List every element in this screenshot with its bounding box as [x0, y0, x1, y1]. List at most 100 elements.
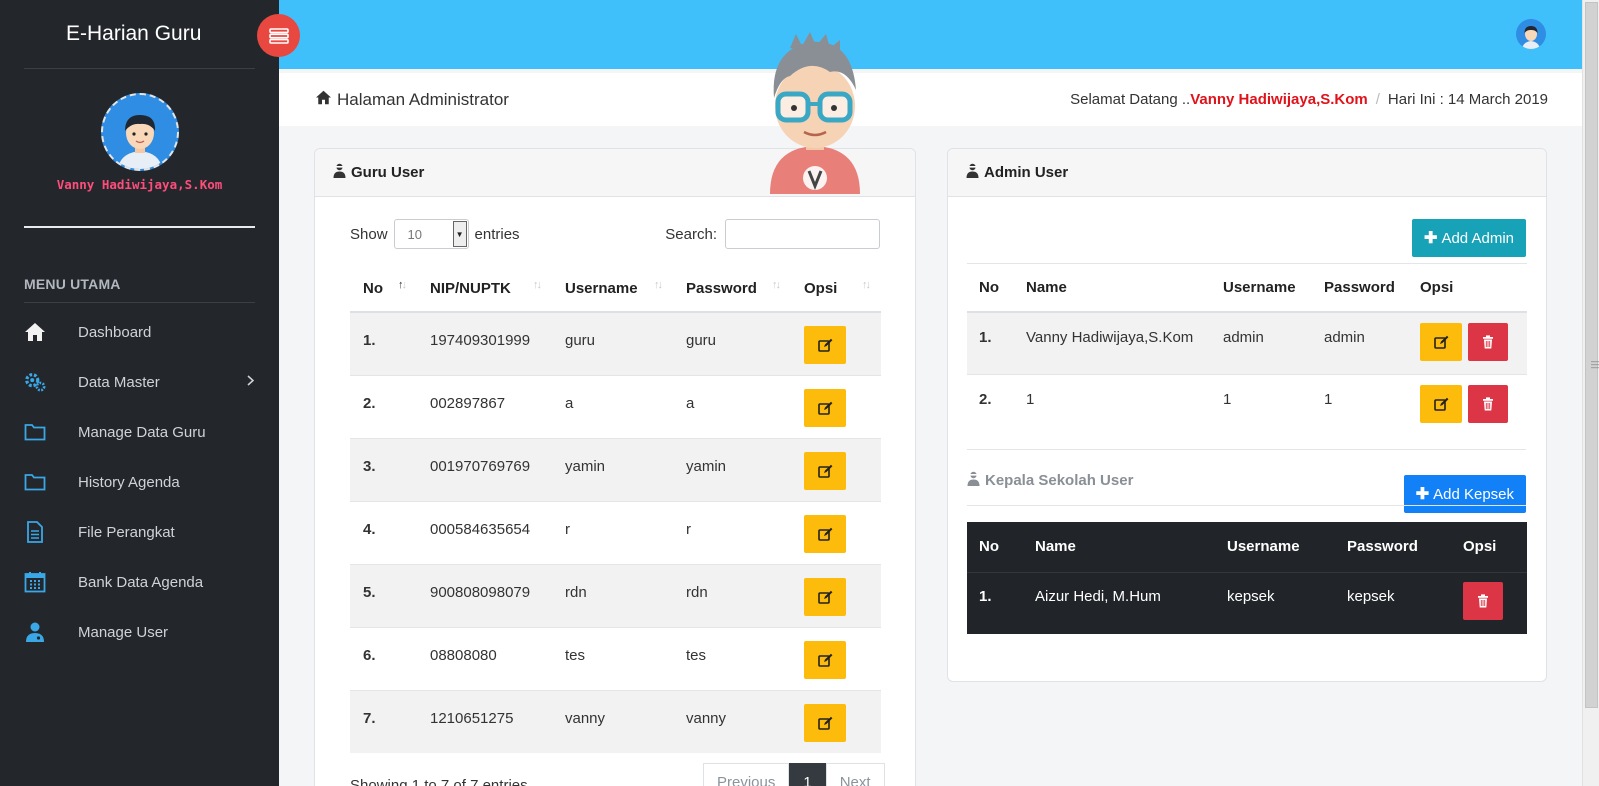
edit-button[interactable] [804, 451, 846, 490]
sidebar-item-bank-data-agenda[interactable]: Bank Data Agenda [0, 557, 279, 607]
sidebar-item-label: Bank Data Agenda [78, 573, 204, 591]
column-header-no: No [967, 522, 1023, 573]
row-actions [791, 626, 881, 690]
scrollbar-thumb[interactable]: ――― [1585, 2, 1599, 708]
sidebar-item-history-agenda[interactable]: History Agenda [0, 457, 279, 507]
sidebar-item-label: Manage Data Guru [78, 423, 206, 441]
column-header-username: Username [1215, 522, 1335, 573]
add-kepsek-button[interactable]: ✚ Add Kepsek [1403, 475, 1526, 513]
edit-icon [1433, 335, 1449, 349]
sidebar-item-data-master[interactable]: Data Master [0, 357, 279, 407]
table-row: 6. 08808080 tes tes [350, 626, 881, 690]
sidebar-item-manage-user[interactable]: Manage User [0, 607, 279, 657]
row-password: rdn [673, 563, 791, 627]
delete-button[interactable] [1468, 385, 1508, 423]
row-number: 1. [979, 587, 992, 605]
row-actions [1408, 311, 1527, 375]
sidebar: E-Harian Guru Vanny Hadiwijaya,S.Kom MEN… [0, 0, 279, 786]
entries-label: entries [474, 225, 520, 243]
column-header-nip[interactable]: NIP/NUPTK ↑↓ [417, 266, 552, 313]
column-header-password: Password [1335, 522, 1451, 573]
pagination-next[interactable]: Next [825, 763, 885, 786]
admin-card-title: Admin User [984, 164, 1069, 181]
edit-icon [817, 653, 833, 667]
table-row: 1. Vanny Hadiwijaya,S.Kom admin admin [967, 311, 1527, 375]
sidebar-item-file-perangkat[interactable]: File Perangkat [0, 507, 279, 557]
plus-icon: ✚ [1424, 230, 1438, 247]
column-header-opsi: Opsi [1451, 522, 1527, 573]
page-length-select[interactable]: 10 ▼ [393, 219, 469, 249]
user-avatar-button[interactable] [1516, 19, 1546, 49]
edit-button[interactable] [804, 577, 846, 616]
calendar-icon [24, 571, 46, 593]
file-icon [24, 521, 46, 543]
sidebar-item-label: Manage User [78, 623, 169, 641]
kepsek-section-title: Kepala Sekolah User [967, 471, 1133, 490]
edit-button[interactable] [804, 640, 846, 679]
edit-button[interactable] [804, 703, 846, 742]
row-number: 1. [350, 311, 417, 375]
row-nip: 000584635654 [417, 500, 552, 564]
row-password: yamin [673, 437, 791, 501]
add-admin-label: Add Admin [1441, 229, 1514, 247]
section-divider [967, 505, 1526, 506]
profile-divider [24, 226, 255, 228]
column-header-password[interactable]: Password ↑↓ [673, 266, 791, 313]
chevron-right-icon [247, 374, 255, 389]
page-length-value: 10 [407, 227, 422, 242]
row-password: kepsek [1347, 587, 1395, 605]
page-header: Halaman Administrator Selamat Datang ..V… [279, 73, 1582, 126]
sidebar-item-dashboard[interactable]: Dashboard [0, 307, 279, 357]
home-icon [24, 321, 46, 343]
column-header-no[interactable]: No ↑↓ [350, 266, 417, 313]
home-icon [315, 90, 332, 110]
section-divider [967, 449, 1526, 450]
pagination-previous[interactable]: Previous [703, 763, 790, 786]
admin-user-card: Admin User ✚ Add Admin No Name Username … [947, 148, 1547, 682]
user-secret-icon [966, 163, 979, 182]
row-password: vanny [673, 689, 791, 753]
row-number: 5. [350, 563, 417, 627]
search-input[interactable] [725, 219, 880, 249]
mascot-illustration [760, 28, 870, 194]
welcome-text: Selamat Datang ..Vanny Hadiwijaya,S.Kom /… [1070, 91, 1548, 108]
row-username: admin [1211, 311, 1312, 375]
row-actions [791, 374, 881, 438]
column-header-opsi: Opsi [1408, 263, 1527, 313]
sidebar-item-label: History Agenda [78, 473, 180, 491]
row-nip: 002897867 [417, 374, 552, 438]
column-header-username[interactable]: Username ↑↓ [552, 266, 673, 313]
edit-button[interactable] [804, 326, 846, 364]
edit-icon [1433, 397, 1449, 411]
pagination-page[interactable]: 1 [789, 763, 826, 786]
edit-button[interactable] [1420, 385, 1462, 423]
edit-button[interactable] [804, 514, 846, 553]
trash-icon [1482, 334, 1494, 349]
column-header-password: Password [1312, 263, 1408, 313]
search-label: Search: [665, 225, 717, 243]
row-nip: 001970769769 [417, 437, 552, 501]
page-scrollbar[interactable]: ――― [1582, 0, 1599, 786]
add-admin-button[interactable]: ✚ Add Admin [1412, 219, 1526, 257]
edit-button[interactable] [1420, 322, 1462, 361]
sidebar-menu: Dashboard Data Master Manage Data Guru H… [0, 307, 279, 657]
row-username: yamin [552, 437, 673, 501]
app-title[interactable]: E-Harian Guru [0, 0, 279, 68]
avatar-icon [1522, 26, 1540, 49]
sort-icon: ↑↓ [654, 279, 663, 291]
sidebar-toggle-button[interactable] [257, 14, 300, 57]
avatar [100, 93, 179, 171]
sidebar-item-manage-data-guru[interactable]: Manage Data Guru [0, 407, 279, 457]
edit-button[interactable] [804, 388, 846, 427]
datatable-controls: Show 10 ▼ entries Search: [350, 219, 880, 249]
admin-card-header: Admin User [948, 149, 1546, 197]
row-actions [791, 437, 881, 501]
menu-section-title: MENU UTAMA [24, 276, 255, 303]
table-row: 1. Aizur Hedi, M.Hum kepsek kepsek [967, 572, 1527, 634]
delete-button[interactable] [1463, 581, 1503, 620]
table-row: 2. 1 1 1 [967, 374, 1527, 438]
delete-button[interactable] [1468, 322, 1508, 361]
trash-icon [1477, 593, 1489, 608]
column-header-opsi[interactable]: Opsi ↑↓ [791, 266, 881, 313]
row-password: r [673, 500, 791, 564]
